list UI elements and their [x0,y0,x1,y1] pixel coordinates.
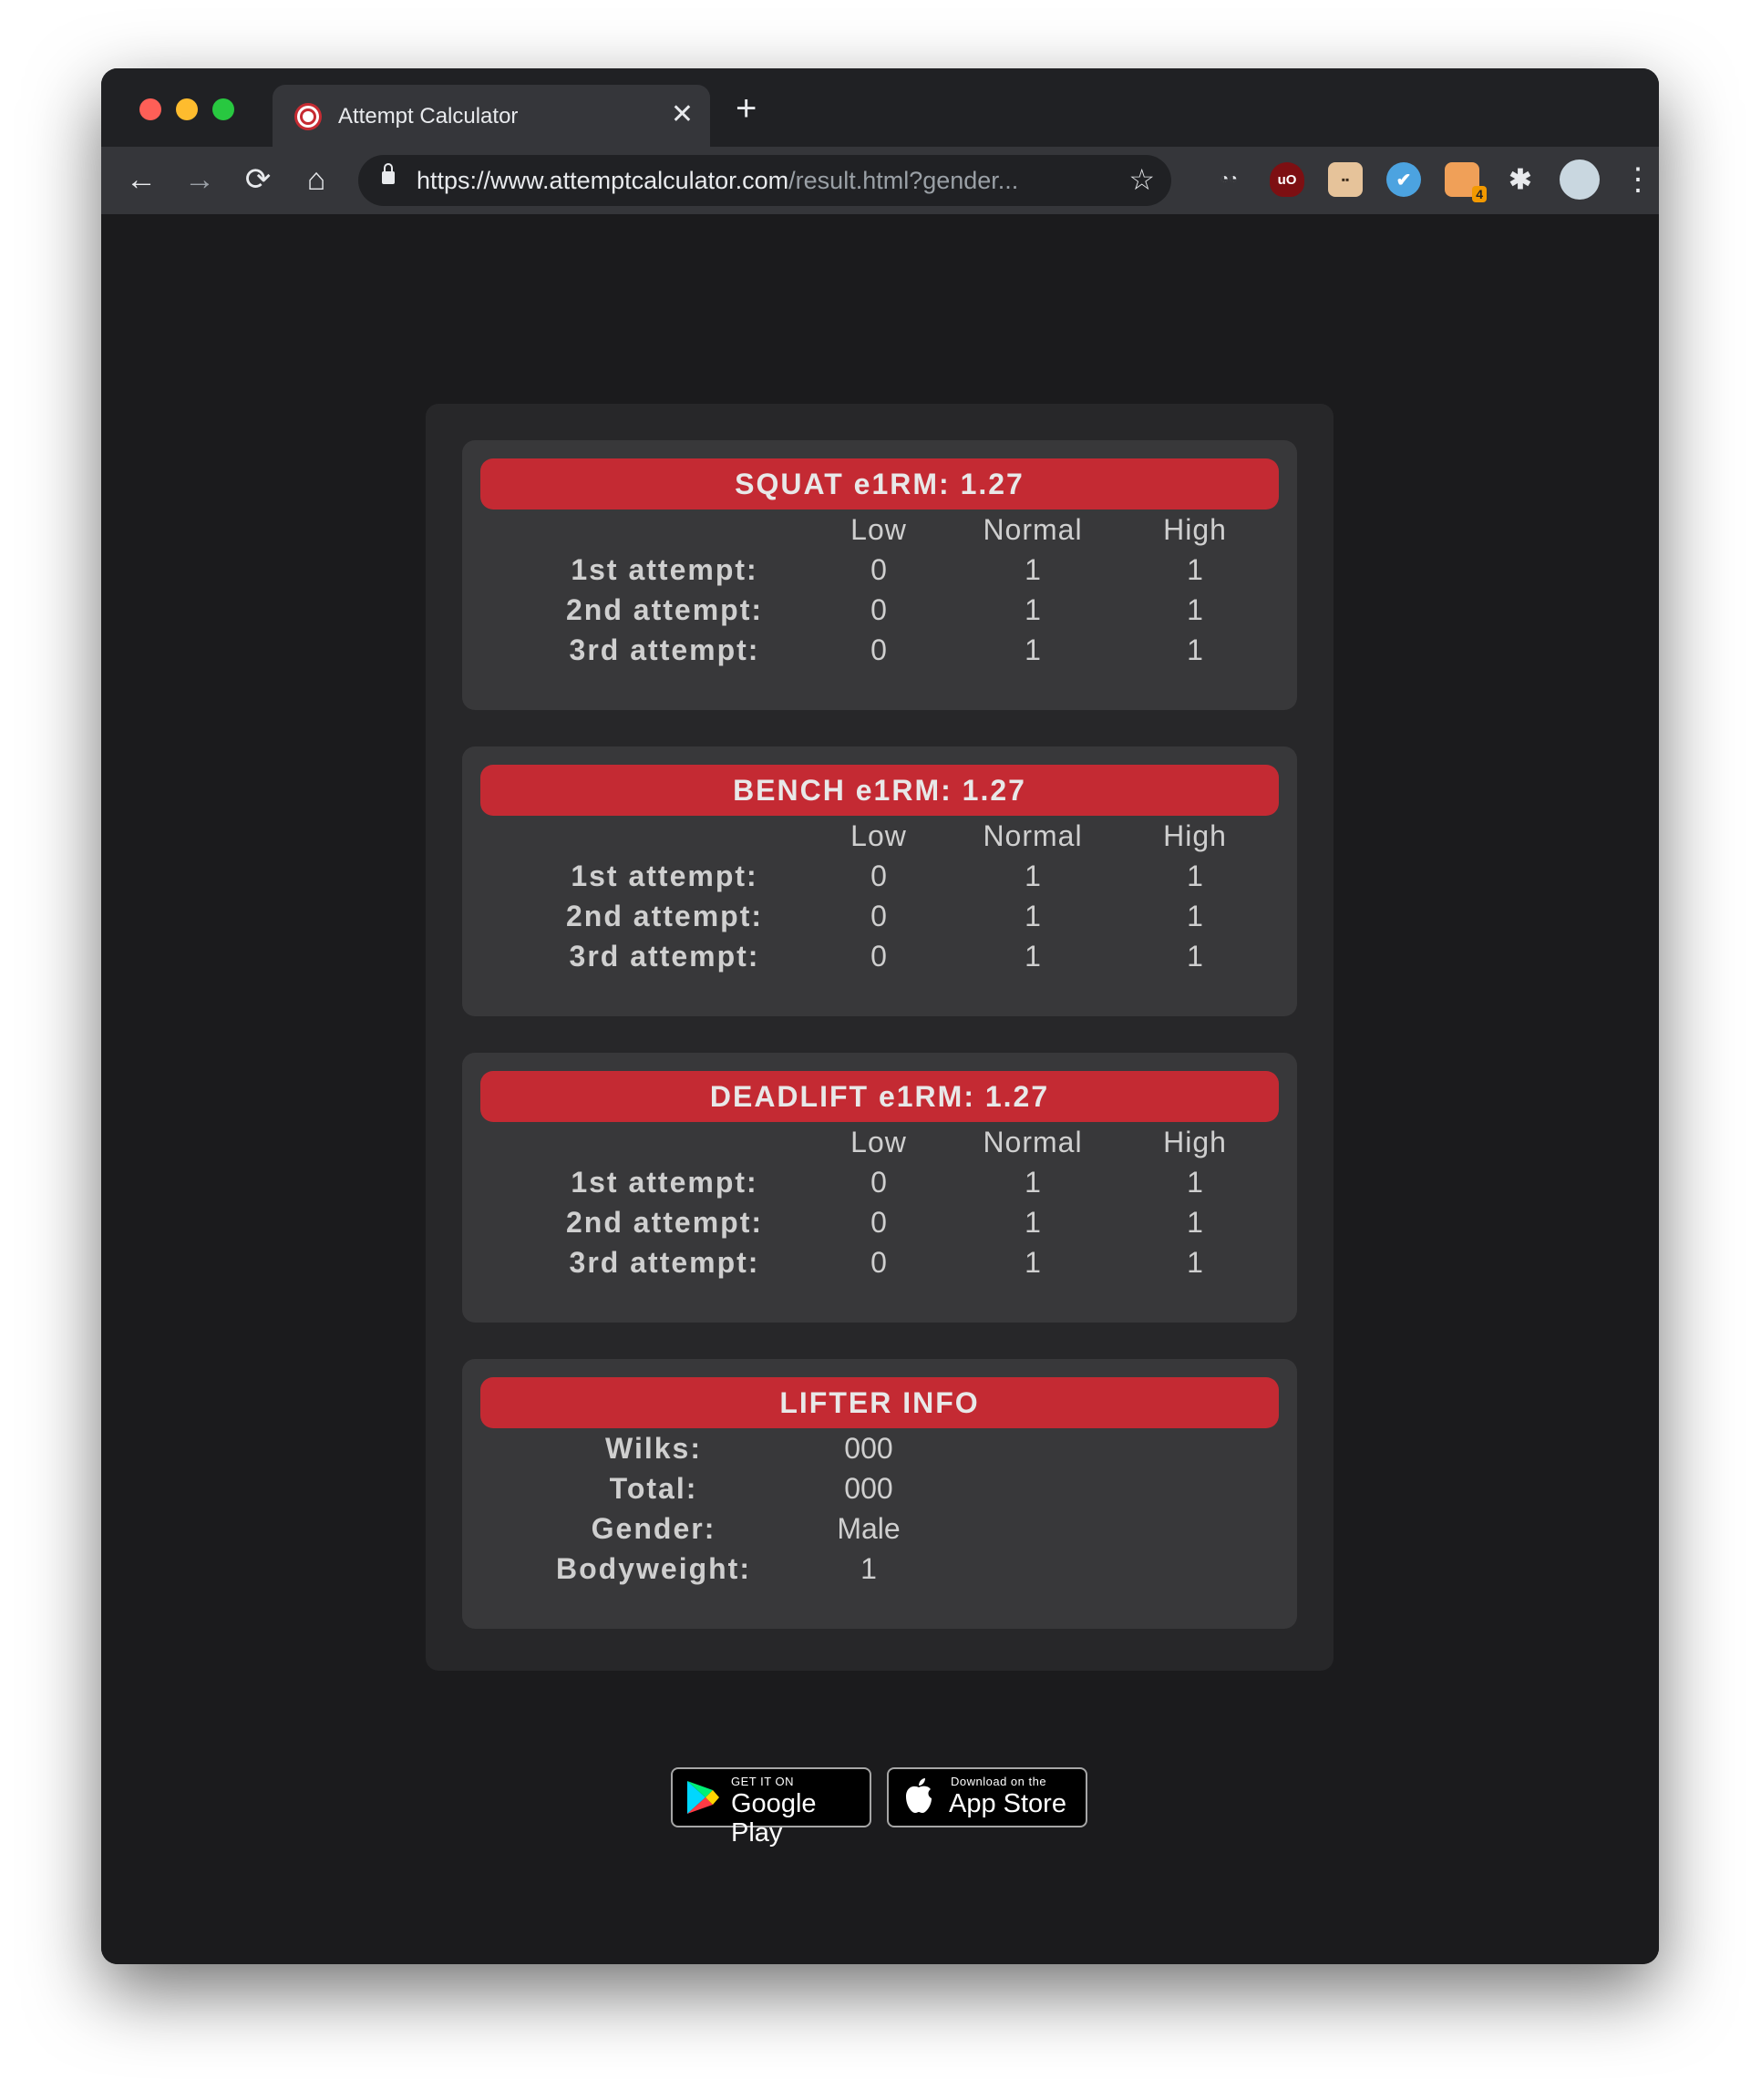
cell-value: 1 [1025,1246,1041,1279]
deadlift-header: DEADLIFT e1RM: 1.27 [480,1071,1279,1122]
column-normal: Normal [983,819,1083,852]
cell-value: 1 [1025,593,1041,626]
url-host: https://www.attemptcalculator.com [417,167,789,194]
lifter-info-card: LIFTER INFO Wilks: 000 Total: 000 Gender… [462,1359,1297,1629]
extension-badge: 4 [1472,186,1487,202]
row-label: 1st attempt: [571,1166,758,1199]
lock-icon [382,163,395,184]
lifter-info-header: LIFTER INFO [480,1377,1279,1428]
info-label-wilks: Wilks: [605,1432,702,1465]
bench-header: BENCH e1RM: 1.27 [480,765,1279,816]
browser-window: Attempt Calculator ✕ + ← → ⟳ ⌂ https://w… [101,68,1659,1964]
cell-value: 1 [1025,900,1041,932]
extension-glasses-icon[interactable]: ◔◔ [1211,162,1246,197]
info-value-wilks: 000 [844,1432,893,1465]
extension-box-icon[interactable]: ▪▪ [1328,162,1363,197]
row-label: 3rd attempt: [569,633,760,666]
ublock-icon[interactable]: uO [1270,162,1304,197]
app-store-small-text: Download on the [951,1775,1047,1788]
reload-button[interactable]: ⟳ [240,161,276,198]
back-button[interactable]: ← [123,161,160,198]
forward-button[interactable]: → [181,161,218,198]
bookmark-star-icon[interactable]: ☆ [1128,163,1155,196]
tab-close-icon[interactable]: ✕ [671,99,694,130]
home-button[interactable]: ⌂ [298,161,335,198]
address-bar[interactable]: https://www.attemptcalculator.com/result… [358,155,1171,206]
results-panel: SQUAT e1RM: 1.27 Low Normal High 1st att… [426,404,1334,1671]
row-label: 2nd attempt: [566,900,763,932]
column-high: High [1163,819,1227,852]
url-text[interactable]: https://www.attemptcalculator.com/result… [417,166,1018,195]
cell-value: 1 [1187,633,1203,666]
browser-menu-icon[interactable]: ⋮ [1620,161,1656,198]
app-store-button[interactable]: Download on the App Store [887,1767,1087,1827]
minimize-window-button[interactable] [176,98,198,120]
google-play-icon [687,1781,719,1814]
maximize-window-button[interactable] [212,98,234,120]
row-label: 1st attempt: [571,860,758,892]
profile-avatar[interactable] [1560,160,1600,200]
info-label-total: Total: [609,1472,698,1505]
squat-card: SQUAT e1RM: 1.27 Low Normal High 1st att… [462,440,1297,710]
info-value-bodyweight: 1 [860,1552,877,1585]
cell-value: 1 [1187,860,1203,892]
column-high: High [1163,1126,1227,1158]
cell-value: 1 [1187,553,1203,586]
apple-icon [906,1778,932,1813]
google-play-button[interactable]: GET IT ON Google Play [671,1767,871,1848]
tab-attempt-calculator[interactable]: Attempt Calculator ✕ [273,85,710,147]
extensions-puzzle-icon[interactable]: ✱ [1503,162,1538,197]
cell-value: 1 [1187,940,1203,973]
column-normal: Normal [983,1126,1083,1158]
info-label-bodyweight: Bodyweight: [556,1552,751,1585]
cell-value: 1 [1025,860,1041,892]
url-path: /result.html?gender... [788,167,1019,194]
cell-value: 1 [1025,1166,1041,1199]
info-value-total: 000 [844,1472,893,1505]
browser-toolbar: ← → ⟳ ⌂ https://www.attemptcalculator.co… [101,147,1659,214]
column-high: High [1163,513,1227,546]
cell-value: 1 [1025,553,1041,586]
close-window-button[interactable] [139,98,161,120]
title-bar: Attempt Calculator ✕ + [101,68,1659,147]
extension-bag-icon[interactable]: 4 [1445,162,1487,202]
cell-value: 1 [1025,1206,1041,1239]
row-label: 2nd attempt: [566,1206,763,1239]
bench-card: BENCH e1RM: 1.27 Low Normal High 1st att… [462,746,1297,1016]
cell-value: 1 [1187,593,1203,626]
google-play-small-text: GET IT ON [731,1775,795,1788]
cell-value: 1 [1025,940,1041,973]
row-label: 3rd attempt: [569,940,760,973]
squat-header: SQUAT e1RM: 1.27 [480,458,1279,510]
app-store-label: App Store [949,1789,1066,1818]
extension-check-icon[interactable]: ✔ [1386,162,1421,197]
cell-value: 1 [1187,1166,1203,1199]
favicon-icon [294,103,322,130]
deadlift-card: DEADLIFT e1RM: 1.27 Low Normal High 1st … [462,1053,1297,1323]
row-label: 2nd attempt: [566,593,763,626]
google-play-label: Google Play [731,1789,817,1848]
row-label: 3rd attempt: [569,1246,760,1279]
cell-value: 1 [1025,633,1041,666]
column-normal: Normal [983,513,1083,546]
cell-value: 1 [1187,1206,1203,1239]
cell-value: 1 [1187,1246,1203,1279]
page-content: SQUAT e1RM: 1.27 Low Normal High 1st att… [101,214,1659,1964]
info-value-gender: Male [837,1512,901,1545]
info-label-gender: Gender: [591,1512,716,1545]
new-tab-button[interactable]: + [736,90,757,127]
row-label: 1st attempt: [571,553,758,586]
cell-value: 1 [1187,900,1203,932]
tab-title: Attempt Calculator [338,104,519,129]
